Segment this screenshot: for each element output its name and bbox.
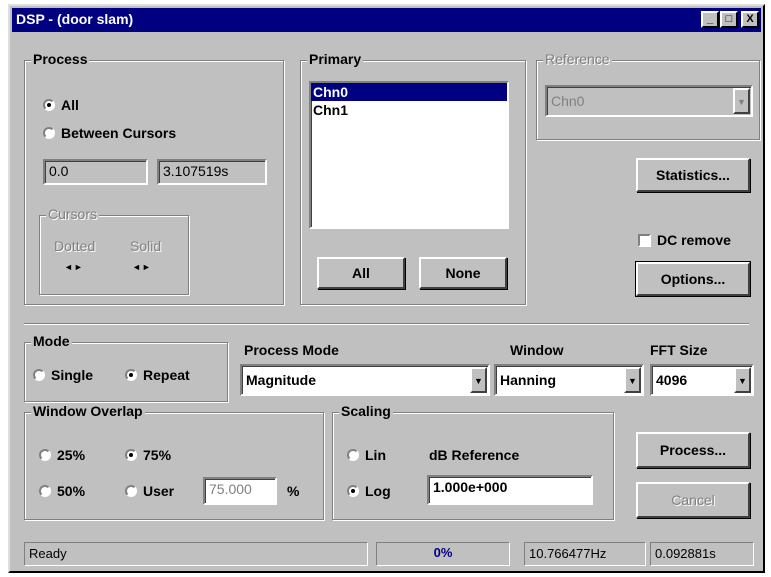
end-time-field[interactable]: 3.107519s <box>157 159 267 185</box>
window-title: DSP - (door slam) <box>16 11 134 27</box>
radio-dot-icon <box>125 369 137 381</box>
start-time-field[interactable]: 0.0 <box>43 159 148 185</box>
overlap-50-radio[interactable]: 50% <box>39 483 85 499</box>
process-group: Process All Between Cursors 0.0 3.107519… <box>24 51 284 305</box>
close-button[interactable]: X <box>741 11 759 28</box>
process-legend: Process <box>31 51 90 67</box>
fft-size-select[interactable]: 4096 ▼ <box>650 364 754 396</box>
dc-remove-checkbox[interactable]: DC remove <box>638 232 731 248</box>
radio-dot-icon <box>39 485 51 497</box>
mode-repeat-radio[interactable]: Repeat <box>125 367 190 383</box>
scaling-group: Scaling Lin dB Reference Log 1.000e+000 <box>332 403 614 520</box>
separator <box>24 323 749 325</box>
dotted-arrows: ◄► <box>64 262 84 272</box>
overlap-user-radio[interactable]: User <box>125 483 174 499</box>
overlap-user-field[interactable]: 75.000 <box>203 477 277 505</box>
process-all-label: All <box>61 97 79 113</box>
radio-dot-icon <box>125 485 137 497</box>
db-reference-field[interactable]: 1.000e+000 <box>427 475 593 505</box>
reference-group: Reference Chn0 ▼ <box>536 51 760 140</box>
process-mode-select[interactable]: Magnitude ▼ <box>240 364 490 396</box>
dsp-dialog: DSP - (door slam) _ □ X Process All Betw… <box>8 4 765 573</box>
solid-label: Solid <box>130 238 162 254</box>
mode-legend: Mode <box>31 333 72 349</box>
process-between-label: Between Cursors <box>61 125 177 141</box>
overlap-75-label: 75% <box>143 447 172 463</box>
scaling-legend: Scaling <box>339 403 393 419</box>
solid-left-arrow-icon[interactable]: ◄ <box>132 262 142 272</box>
radio-dot-icon <box>347 485 359 497</box>
overlap-25-label: 25% <box>57 447 86 463</box>
process-mode-label: Process Mode <box>244 342 339 358</box>
status-text: Ready <box>24 542 368 566</box>
title-bar[interactable]: DSP - (door slam) _ □ X <box>12 8 761 32</box>
dotted-left-arrow-icon[interactable]: ◄ <box>64 262 74 272</box>
chevron-down-icon[interactable]: ▼ <box>624 367 641 393</box>
process-mode-value: Magnitude <box>246 372 316 388</box>
channel-list[interactable]: Chn0 Chn1 <box>309 81 509 229</box>
overlap-25-radio[interactable]: 25% <box>39 447 85 463</box>
mode-single-radio[interactable]: Single <box>33 367 93 383</box>
process-button[interactable]: Process... <box>636 432 750 468</box>
reference-value: Chn0 <box>551 93 585 109</box>
radio-dot-icon <box>43 99 55 111</box>
mode-single-label: Single <box>51 367 94 383</box>
overlap-50-label: 50% <box>57 483 86 499</box>
dotted-label: Dotted <box>54 238 96 254</box>
frequency-readout: 10.766477Hz <box>524 542 646 566</box>
fft-size-value: 4096 <box>656 372 688 388</box>
chevron-down-icon[interactable]: ▼ <box>733 88 750 114</box>
window-value: Hanning <box>500 372 556 388</box>
mode-repeat-label: Repeat <box>143 367 190 383</box>
progress-bar: 0% <box>376 542 510 566</box>
window-overlap-legend: Window Overlap <box>31 403 145 419</box>
primary-group: Primary Chn0 Chn1 All None <box>300 51 526 305</box>
progress-label: 0% <box>433 545 453 560</box>
scaling-log-radio[interactable]: Log <box>347 483 391 499</box>
reference-select[interactable]: Chn0 ▼ <box>545 85 753 117</box>
cancel-button[interactable]: Cancel <box>636 482 750 518</box>
cursors-group: Cursors Dotted Solid ◄► ◄► <box>39 206 189 295</box>
maximize-button[interactable]: □ <box>720 11 738 28</box>
fft-size-label: FFT Size <box>650 342 708 358</box>
list-item-chn1[interactable]: Chn1 <box>311 101 507 119</box>
checkbox-icon <box>638 233 651 247</box>
mode-group: Mode Single Repeat <box>24 333 228 402</box>
select-all-button[interactable]: All <box>317 257 405 289</box>
reference-legend: Reference <box>543 51 612 67</box>
time-readout: 0.092881s <box>650 542 754 566</box>
overlap-75-radio[interactable]: 75% <box>125 447 171 463</box>
radio-dot-icon <box>347 449 359 461</box>
radio-dot-icon <box>39 449 51 461</box>
window-select[interactable]: Hanning ▼ <box>494 364 644 396</box>
dc-remove-label: DC remove <box>657 232 731 248</box>
statistics-button[interactable]: Statistics... <box>636 158 750 192</box>
scaling-lin-label: Lin <box>365 447 386 463</box>
chevron-down-icon[interactable]: ▼ <box>734 367 751 393</box>
radio-dot-icon <box>125 449 137 461</box>
list-item-chn0[interactable]: Chn0 <box>311 83 507 101</box>
primary-legend: Primary <box>307 51 364 67</box>
options-button[interactable]: Options... <box>635 261 751 297</box>
window-label: Window <box>510 342 564 358</box>
scaling-lin-radio[interactable]: Lin <box>347 447 386 463</box>
radio-dot-icon <box>43 127 55 139</box>
select-none-button[interactable]: None <box>419 257 507 289</box>
scaling-log-label: Log <box>365 483 391 499</box>
db-reference-label: dB Reference <box>429 447 520 463</box>
radio-dot-icon <box>33 369 45 381</box>
overlap-unit-label: % <box>287 483 300 499</box>
chevron-down-icon[interactable]: ▼ <box>470 367 487 393</box>
overlap-user-label: User <box>143 483 175 499</box>
solid-arrows: ◄► <box>132 262 152 272</box>
minimize-button[interactable]: _ <box>701 11 719 28</box>
process-between-radio[interactable]: Between Cursors <box>43 125 176 141</box>
solid-right-arrow-icon[interactable]: ► <box>142 262 152 272</box>
window-overlap-group: Window Overlap 25% 75% 50% User 75.000 % <box>24 403 324 520</box>
process-all-radio[interactable]: All <box>43 97 79 113</box>
cursors-legend: Cursors <box>46 206 100 222</box>
dotted-right-arrow-icon[interactable]: ► <box>74 262 84 272</box>
